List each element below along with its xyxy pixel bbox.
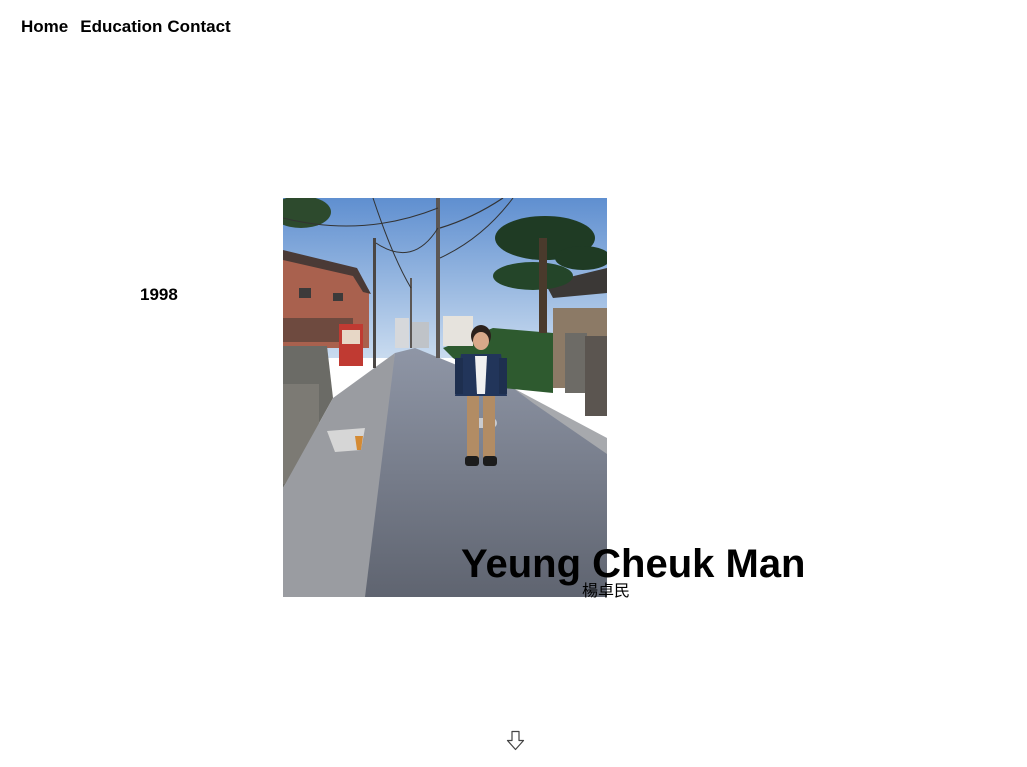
nav-contact-link[interactable]: Contact — [167, 17, 230, 37]
portrait-photo — [283, 198, 607, 597]
arrow-down-outline-icon[interactable] — [506, 730, 525, 751]
nav-education-link[interactable]: Education — [80, 17, 162, 37]
nav-home-link[interactable]: Home — [21, 17, 68, 37]
person-name: Yeung Cheuk Man — [461, 542, 806, 586]
top-nav: Home Education Contact — [21, 17, 231, 37]
page: Home Education Contact 1998 Yeung Cheuk … — [0, 0, 1027, 767]
person-name-chinese: 楊卓民 — [582, 581, 631, 600]
birth-year: 1998 — [140, 285, 178, 304]
